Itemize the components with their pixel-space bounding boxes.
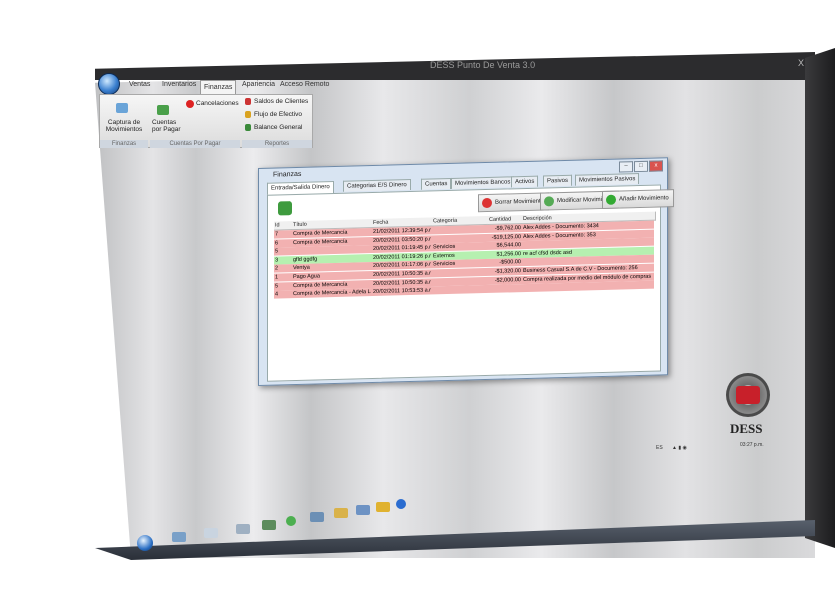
ribbon: Captura de Movimientos Cuentas por Pagar… bbox=[99, 94, 313, 148]
ie-icon[interactable] bbox=[172, 532, 186, 542]
saldos-icon bbox=[245, 98, 251, 105]
cell-titulo: Compra de Mercancía - Adela La bbox=[293, 289, 371, 298]
window-frame bbox=[805, 48, 835, 548]
cell-cantidad bbox=[489, 284, 521, 285]
window-title: DESS Punto De Venta 3.0 bbox=[430, 60, 536, 70]
app4-icon[interactable] bbox=[356, 505, 370, 515]
tab-movimientos-pasivos[interactable]: Movimientos Pasivos bbox=[575, 173, 640, 186]
edit-icon bbox=[544, 196, 554, 207]
tray-icons: ▲ ▮ ◉ bbox=[672, 445, 687, 451]
group-reportes: Reportes bbox=[242, 140, 312, 148]
cell-cantidad: $6,544.00 bbox=[496, 242, 521, 249]
captura-icon bbox=[116, 103, 128, 113]
menu-ventas[interactable]: Ventas bbox=[129, 81, 150, 88]
cell-cantidad: -$2,000.00 bbox=[494, 276, 521, 284]
cell-id: 5 bbox=[275, 283, 279, 290]
tray-language[interactable]: ES bbox=[656, 445, 663, 451]
cell-fecha: 20/02/2011 10:53:53 a.r bbox=[373, 287, 431, 296]
tab-pasivos[interactable]: Pasivos bbox=[543, 174, 573, 187]
check-icon[interactable] bbox=[286, 516, 296, 526]
add-icon bbox=[606, 194, 616, 205]
cell-id: 1 bbox=[275, 274, 279, 281]
finanzas-dialog: Finanzas – □ x Entrada/Salida Dinero Categ… bbox=[258, 157, 674, 386]
app-icon[interactable] bbox=[262, 520, 276, 530]
cell-id: 5 bbox=[275, 248, 279, 255]
tab-cuentas[interactable]: Cuentas bbox=[421, 177, 452, 190]
anadir-label: Añadir Movimiento bbox=[619, 195, 669, 203]
cuentas-icon bbox=[157, 105, 169, 115]
cell-cantidad: -$1,320.00 bbox=[494, 268, 521, 275]
dialog-window-controls: – □ x bbox=[618, 160, 663, 173]
cell-categoria bbox=[433, 285, 487, 286]
tab-activos[interactable]: Activos bbox=[511, 175, 539, 188]
saldos-button[interactable]: Saldos de Clientes bbox=[254, 98, 308, 105]
menu-inventarios[interactable]: Inventarios bbox=[162, 81, 196, 88]
maximize-button[interactable]: □ bbox=[634, 160, 648, 173]
tab-movimientos-bancos[interactable]: Movimientos Bancos bbox=[451, 176, 515, 189]
cell-cantidad: -$9,762.00 bbox=[494, 225, 521, 232]
cancelaciones-button[interactable]: Cancelaciones bbox=[196, 100, 239, 107]
start-button[interactable] bbox=[137, 535, 153, 551]
tray-clock[interactable]: 03:27 p.m. bbox=[740, 442, 764, 448]
balance-icon bbox=[245, 124, 251, 131]
anadir-button[interactable]: Añadir Movimiento bbox=[602, 189, 674, 209]
cell-categoria bbox=[433, 234, 487, 235]
cell-cantidad: -$19,125.00 bbox=[491, 233, 521, 241]
menu-apariencia[interactable]: Apariencia bbox=[242, 81, 275, 88]
movimientos-table: Id Título Fecha Categoría Cantidad Descr… bbox=[274, 211, 656, 377]
tab-categorias[interactable]: Categorias E/S Dinero bbox=[343, 179, 411, 192]
borrar-label: Borrar Movimiento bbox=[495, 198, 545, 206]
menu-acceso-remoto[interactable]: Acceso Remoto bbox=[280, 81, 329, 88]
clock-time: 03:27 p.m. bbox=[740, 442, 764, 448]
app-orb-icon[interactable] bbox=[98, 73, 120, 95]
folder-icon[interactable] bbox=[236, 524, 250, 534]
cell-cantidad: -$500.00 bbox=[499, 259, 521, 267]
flujo-button[interactable]: Flujo de Efectivo bbox=[254, 111, 302, 118]
cell-categoria bbox=[433, 225, 487, 226]
add-money-icon bbox=[278, 201, 292, 216]
cell-cantidad: $1,256.00 bbox=[496, 250, 521, 258]
app2-icon[interactable] bbox=[310, 512, 324, 522]
movimientos-panel: Borrar Movimiento Modificar Movimiento A… bbox=[267, 184, 674, 382]
app6-icon[interactable] bbox=[396, 499, 406, 509]
explorer-icon[interactable] bbox=[204, 528, 218, 538]
menu-finanzas[interactable]: Finanzas bbox=[200, 80, 237, 95]
monitor-screen: DESS Punto De Venta 3.0 X Ventas Inventa… bbox=[0, 0, 840, 600]
group-cuentas: Cuentas Por Pagar bbox=[150, 140, 240, 148]
cell-id: 6 bbox=[275, 240, 279, 247]
cell-id: 2 bbox=[275, 265, 279, 272]
minimize-button[interactable]: – bbox=[619, 161, 633, 173]
balance-button[interactable]: Balance General bbox=[254, 124, 302, 131]
flujo-icon bbox=[245, 111, 251, 118]
logo-emblem bbox=[736, 386, 760, 404]
cell-id: 7 bbox=[275, 231, 279, 238]
logo-text: DESS bbox=[730, 421, 763, 436]
cell-categoria bbox=[433, 277, 487, 278]
borrar-button[interactable]: Borrar Movimiento bbox=[478, 192, 550, 213]
captura-button[interactable]: Captura de Movimientos bbox=[104, 119, 144, 133]
cell-id: 3 bbox=[275, 257, 279, 264]
dialog-title: Finanzas bbox=[273, 170, 302, 179]
cancel-icon bbox=[186, 100, 194, 108]
cell-id: 4 bbox=[275, 291, 279, 298]
cuentas-button[interactable]: Cuentas por Pagar bbox=[152, 119, 182, 133]
cell-categoria bbox=[433, 268, 487, 269]
app5-icon[interactable] bbox=[376, 502, 390, 512]
app3-icon[interactable] bbox=[334, 508, 348, 518]
delete-icon bbox=[482, 197, 492, 209]
group-finanzas: Finanzas bbox=[100, 140, 148, 148]
close-button[interactable]: X bbox=[798, 58, 804, 68]
dialog-close-button[interactable]: x bbox=[649, 160, 663, 172]
